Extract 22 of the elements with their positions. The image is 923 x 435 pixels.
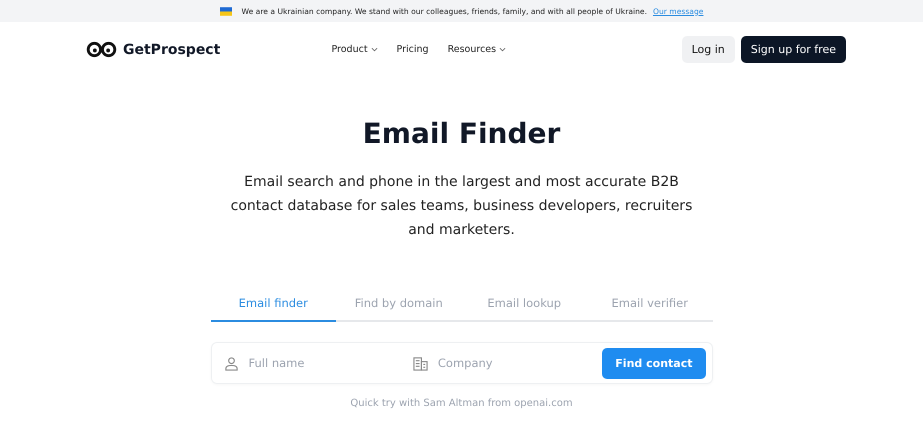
- building-icon: [412, 356, 428, 370]
- owl-eyes-logo-icon: [86, 40, 117, 59]
- chevron-down-icon: [499, 47, 506, 52]
- search-tab[interactable]: Email lookup: [462, 292, 587, 322]
- logo-text: GetProspect: [123, 42, 220, 58]
- company-field[interactable]: Company: [436, 355, 590, 371]
- find-contact-button[interactable]: Find contact: [602, 348, 706, 378]
- nav-link[interactable]: Resources: [448, 44, 506, 55]
- search-tab[interactable]: Find by domain: [336, 292, 462, 322]
- quick-try-hint: Quick try with Sam Altman from openai.com: [350, 398, 573, 409]
- hero-description: Email search and phone in the largest and most accurate B2B contact database for sales teams, business developers, recruiters and marketers.: [230, 173, 694, 240]
- login-button[interactable]: Log in: [682, 36, 735, 63]
- page-title: Email Finder: [362, 117, 560, 150]
- nav-link[interactable]: Pricing: [396, 44, 429, 55]
- person-icon: [224, 356, 238, 370]
- signup-button[interactable]: Sign up for free: [740, 36, 846, 63]
- nav-link[interactable]: Product: [331, 44, 378, 55]
- flag-icon: [220, 6, 232, 16]
- chevron-down-icon: [370, 47, 378, 52]
- full-name-field[interactable]: Full name: [246, 355, 400, 371]
- search-tab[interactable]: Email finder: [210, 292, 336, 322]
- search-tab[interactable]: Email verifier: [587, 292, 712, 322]
